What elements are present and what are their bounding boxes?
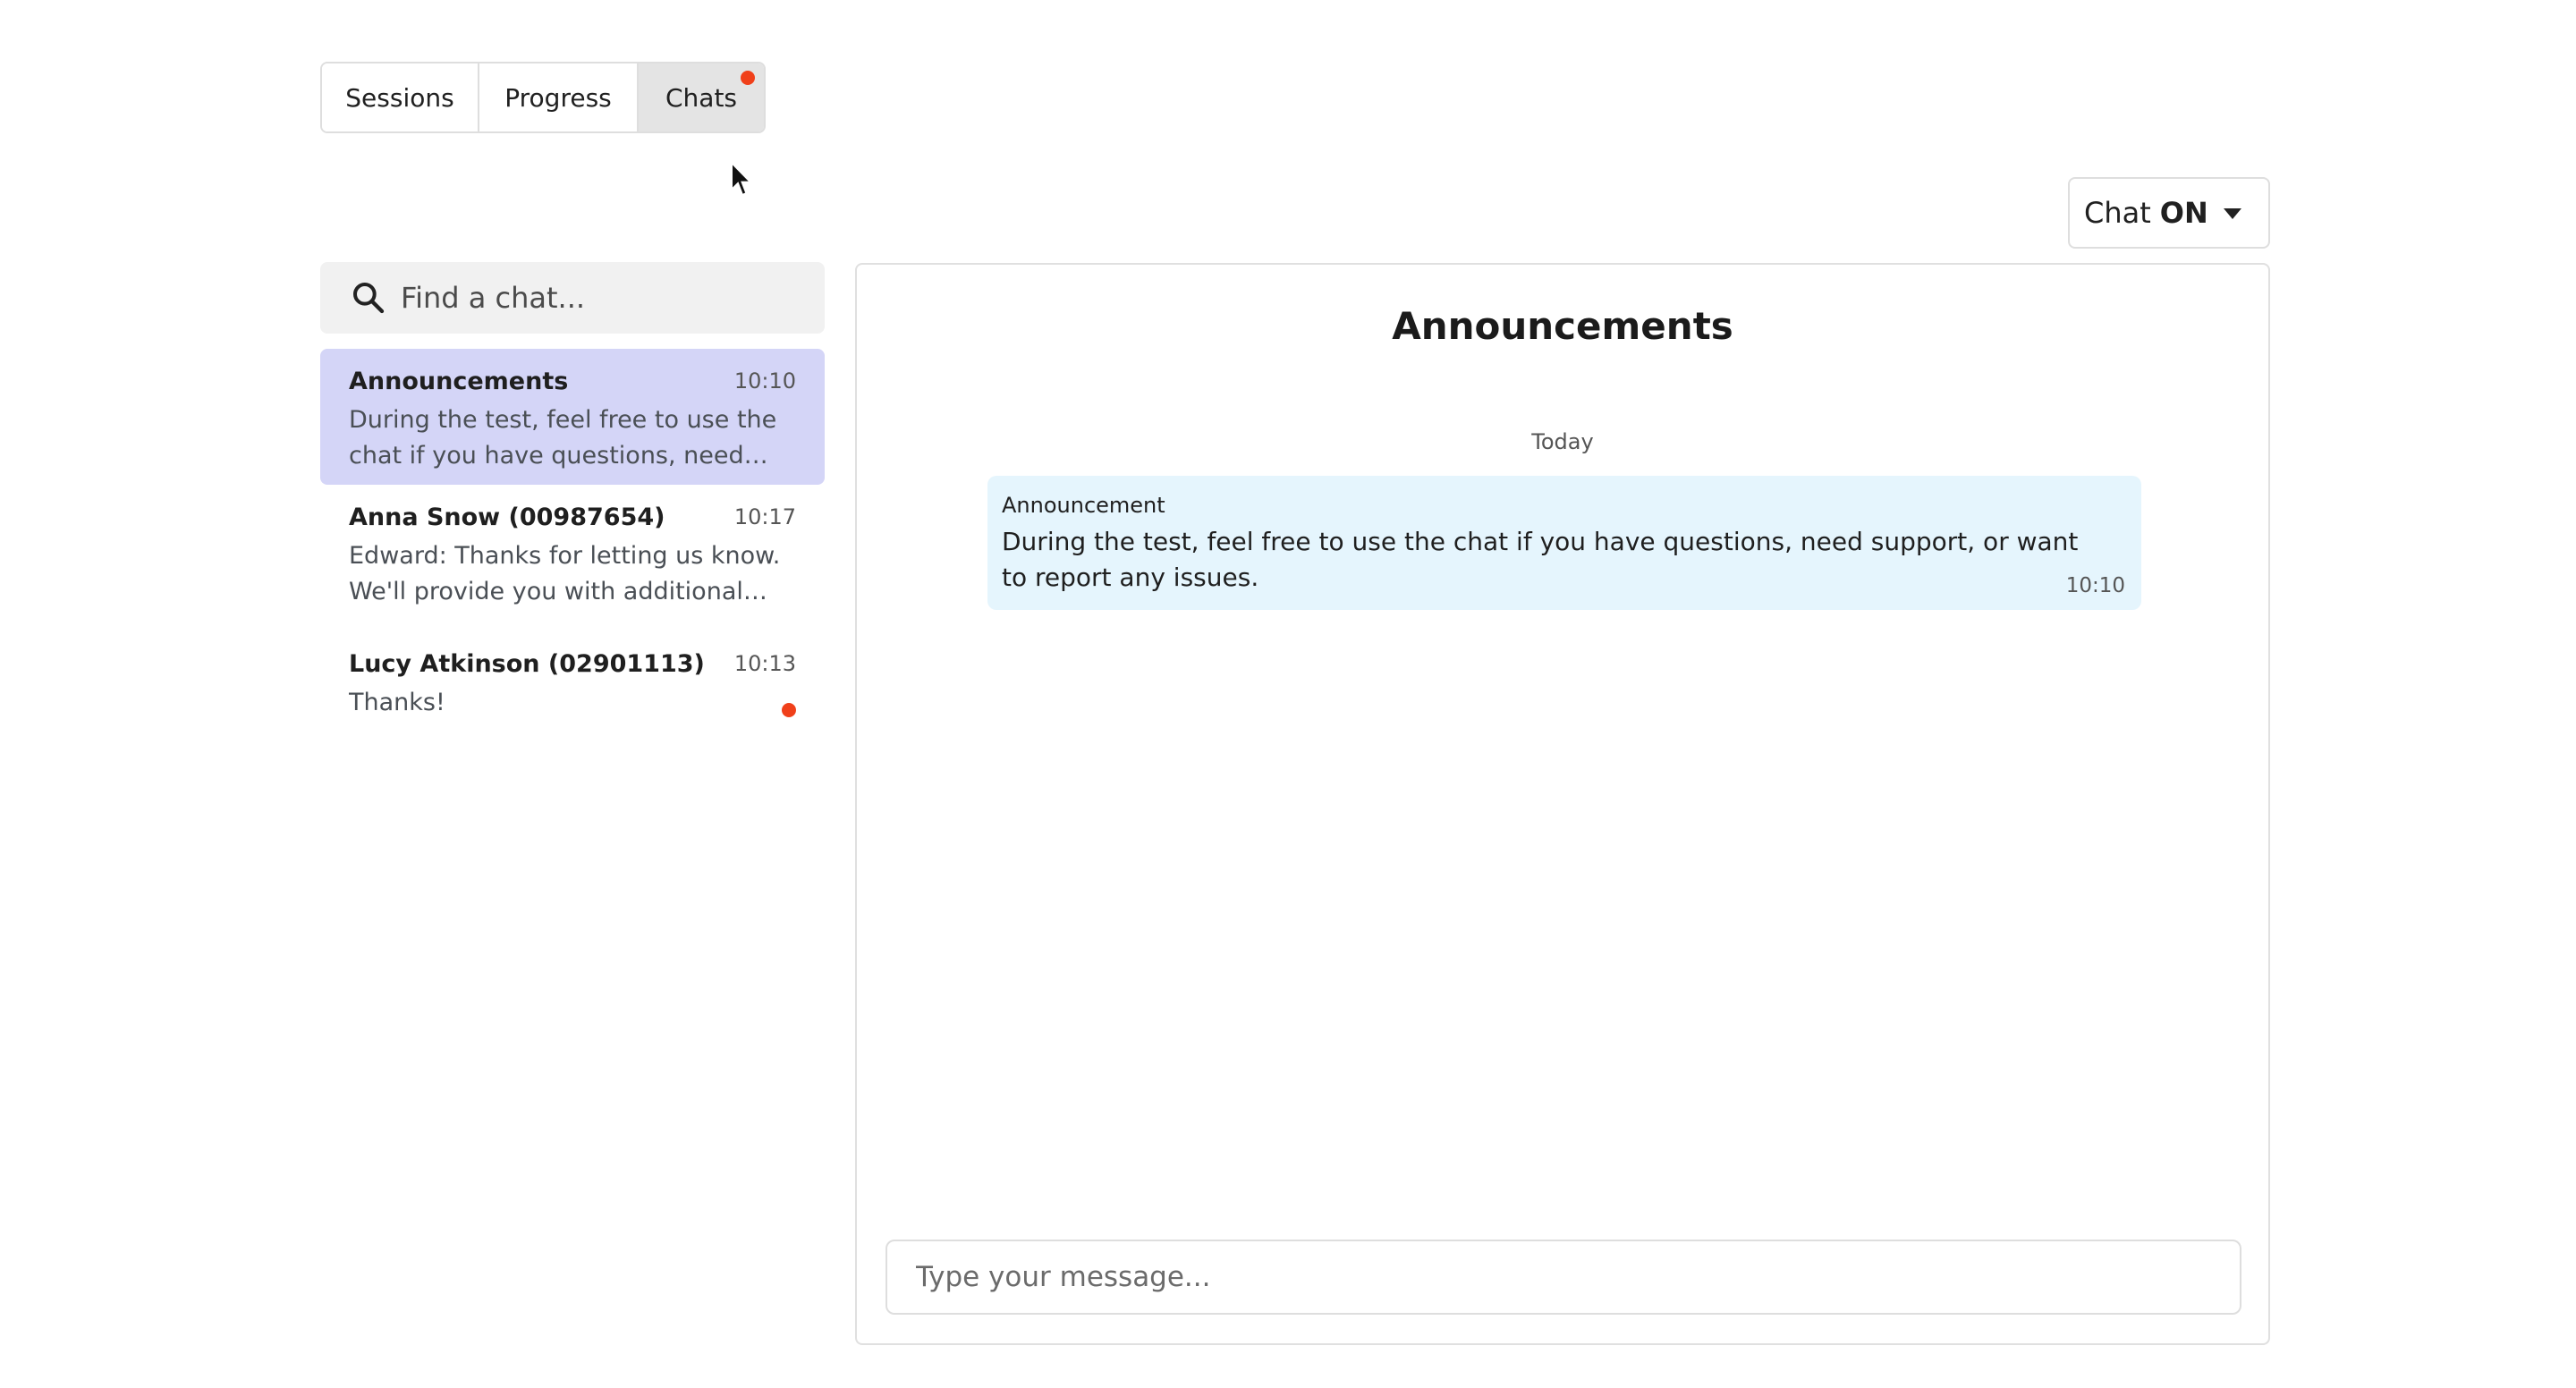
day-separator: Today [1531, 429, 1594, 454]
chat-item-preview: Thanks! [349, 689, 445, 716]
chat-status-prefix: Chat [2084, 196, 2151, 230]
tab-chats[interactable]: Chats [639, 63, 764, 131]
chat-status-dropdown[interactable]: Chat ON [2068, 177, 2270, 249]
chat-item-preview: Edward: Thanks for letting us know. We'l… [349, 542, 781, 605]
search-input[interactable] [399, 280, 814, 316]
tab-progress[interactable]: Progress [479, 63, 639, 131]
chat-item-name: Anna Snow (00987654) [349, 504, 665, 531]
chat-item-name: Announcements [349, 368, 569, 395]
tab-bar: Sessions Progress Chats [320, 62, 766, 133]
chat-list: Announcements 10:10 During the test, fee… [320, 349, 825, 730]
chat-item-name: Lucy Atkinson (02901113) [349, 650, 705, 678]
chat-search [320, 262, 825, 334]
chat-item-time: 10:10 [733, 368, 796, 394]
notification-dot [741, 71, 755, 85]
chat-item-preview: During the test, feel free to use the ch… [349, 406, 777, 470]
unread-dot [782, 703, 796, 717]
chat-list-item-lucy-atkinson[interactable]: Lucy Atkinson (02901113) 10:13 Thanks! [320, 631, 825, 730]
tab-sessions[interactable]: Sessions [322, 63, 479, 131]
conversation-panel: Announcements Today Announcement During … [855, 263, 2270, 1345]
mouse-cursor-icon [731, 161, 753, 197]
message-time: 10:10 [2065, 574, 2125, 597]
chat-status-value: ON [2159, 196, 2208, 230]
chat-list-item-announcements[interactable]: Announcements 10:10 During the test, fee… [320, 349, 825, 485]
message-sender: Announcement [1002, 493, 1165, 518]
caret-down-icon [2224, 208, 2241, 219]
search-icon [353, 283, 385, 314]
tab-progress-label: Progress [504, 82, 612, 113]
tab-chats-label: Chats [665, 82, 738, 113]
chat-list-item-anna-snow[interactable]: Anna Snow (00987654) 10:17 Edward: Thank… [320, 485, 825, 631]
message-bubble: Announcement During the test, feel free … [987, 476, 2141, 610]
tab-sessions-label: Sessions [345, 82, 454, 113]
chat-item-time: 10:13 [733, 651, 796, 676]
message-text: During the test, feel free to use the ch… [1002, 527, 2079, 592]
chat-item-time: 10:17 [733, 504, 796, 529]
message-input[interactable] [886, 1240, 2241, 1315]
conversation-title: Announcements [1392, 304, 1733, 348]
